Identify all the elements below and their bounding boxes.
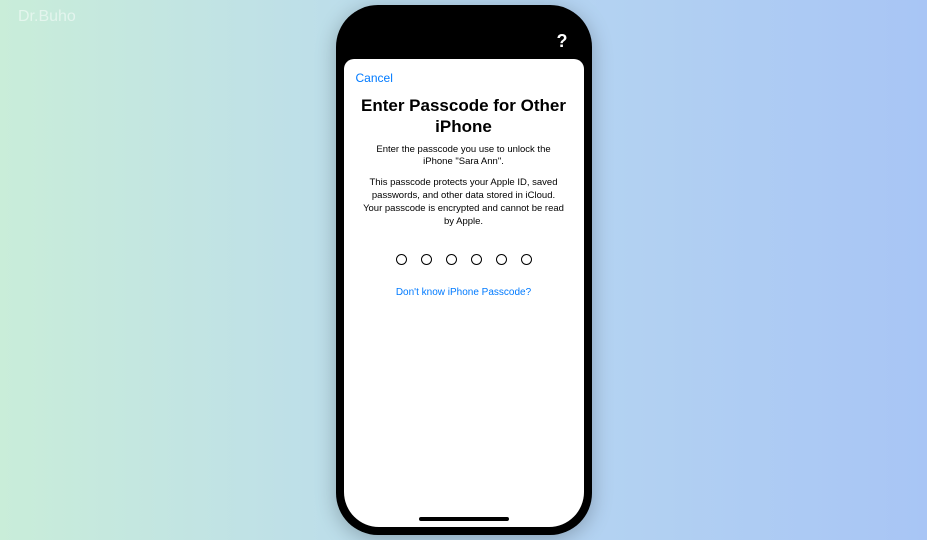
passcode-dot bbox=[446, 254, 457, 265]
passcode-modal: Cancel Enter Passcode for Other iPhone E… bbox=[344, 59, 584, 527]
passcode-input[interactable] bbox=[344, 246, 584, 285]
cancel-button[interactable]: Cancel bbox=[356, 71, 393, 85]
phone-frame: ? Cancel Enter Passcode for Other iPhone… bbox=[336, 5, 592, 535]
passcode-dot bbox=[496, 254, 507, 265]
watermark-text: Dr.Buho bbox=[18, 8, 76, 26]
dynamic-island bbox=[428, 20, 500, 42]
modal-header: Cancel bbox=[344, 59, 584, 91]
passcode-dot bbox=[396, 254, 407, 265]
forgot-passcode-link[interactable]: Don't know iPhone Passcode? bbox=[344, 285, 584, 300]
modal-body-text: This passcode protects your Apple ID, sa… bbox=[344, 177, 584, 246]
help-icon[interactable]: ? bbox=[557, 31, 568, 52]
passcode-dot bbox=[521, 254, 532, 265]
home-indicator[interactable] bbox=[419, 517, 509, 521]
modal-subtitle: Enter the passcode you use to unlock the… bbox=[344, 144, 584, 178]
passcode-dot bbox=[421, 254, 432, 265]
phone-screen: ? Cancel Enter Passcode for Other iPhone… bbox=[344, 13, 584, 527]
modal-title: Enter Passcode for Other iPhone bbox=[344, 91, 584, 144]
passcode-dot bbox=[471, 254, 482, 265]
